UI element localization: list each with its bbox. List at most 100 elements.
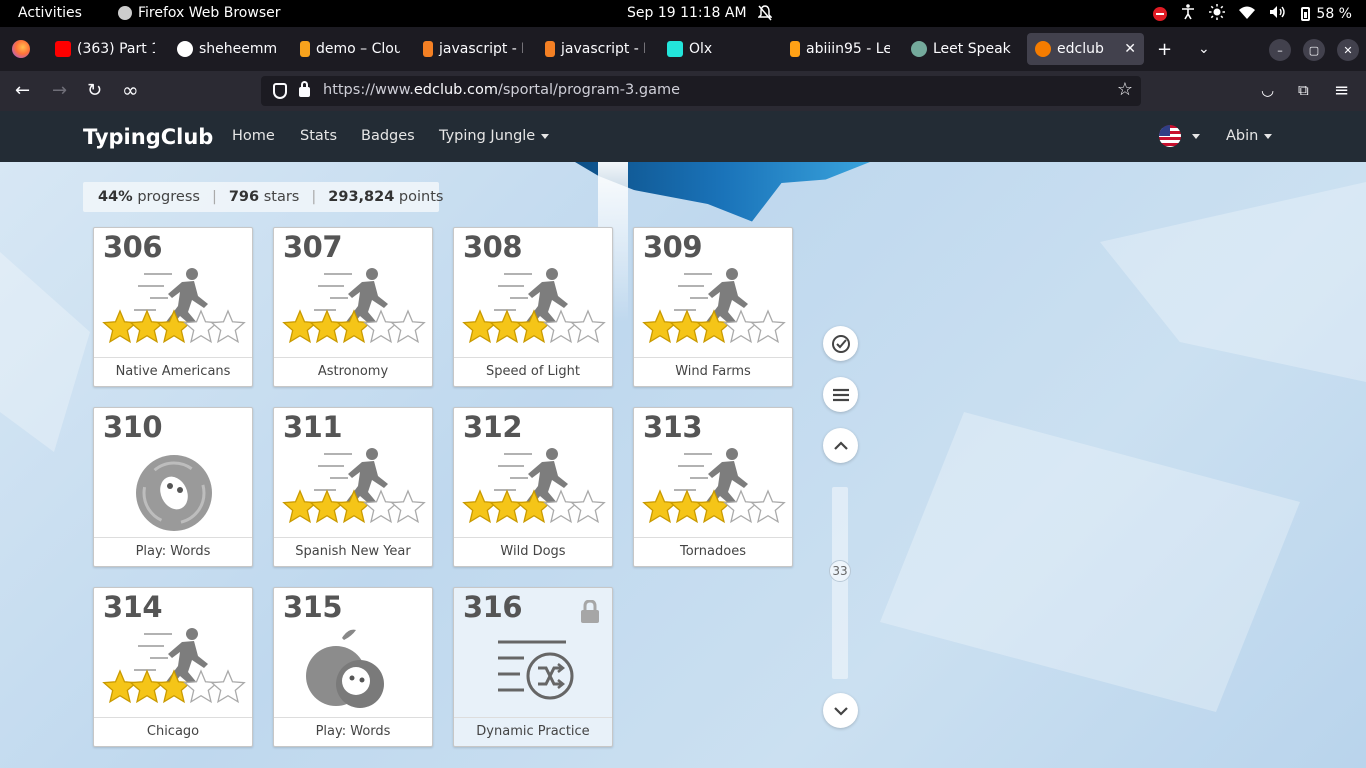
menu-list-button[interactable] (823, 377, 858, 412)
battery-percent: 58 % (1316, 6, 1352, 22)
lesson-scrollbar[interactable] (832, 487, 848, 679)
accessibility-icon[interactable] (1181, 4, 1195, 24)
lesson-card-315[interactable]: 315 Play: Words (273, 587, 433, 747)
bookmark-star-icon[interactable]: ☆ (1117, 79, 1133, 100)
volume-icon (1269, 5, 1287, 23)
olx-favicon-icon (667, 41, 683, 57)
list-tabs-icon[interactable]: ⌄ (1198, 41, 1210, 57)
url-text[interactable]: https://www.edclub.com/sportal/program-3… (323, 82, 680, 98)
app-menu[interactable]: Firefox Web Browser (118, 5, 281, 21)
stackoverflow-favicon-icon (545, 41, 555, 57)
tab[interactable]: javascript - I (545, 33, 645, 65)
typing-game-icon (94, 446, 254, 538)
lesson-title: Chicago (94, 717, 252, 746)
lesson-title: Wind Farms (634, 357, 792, 386)
runner-stars-icon (634, 446, 794, 538)
pocket-icon[interactable]: ◡ (1261, 81, 1274, 99)
system-top-bar: Activities Firefox Web Browser Sep 19 11… (0, 0, 1366, 27)
chevron-down-icon (541, 133, 550, 139)
lesson-number: 306 (103, 230, 163, 264)
tab-active[interactable]: edclub ✕ (1027, 33, 1144, 65)
nav-home[interactable]: Home (232, 128, 275, 144)
user-menu[interactable]: Abin (1226, 128, 1273, 144)
lesson-number: 311 (283, 410, 343, 444)
lesson-title: Native Americans (94, 357, 252, 386)
lesson-card-307[interactable]: 307 Astronomy (273, 227, 433, 387)
lesson-card-313[interactable]: 313 Tornadoes (633, 407, 793, 567)
runner-stars-icon (634, 266, 794, 358)
hamburger-icon (832, 388, 849, 401)
lesson-card-306[interactable]: 306 Native Americans (93, 227, 253, 387)
lesson-card-312[interactable]: 312 Wild Dogs (453, 407, 613, 567)
background-decoration (880, 412, 1300, 712)
youtube-favicon-icon (55, 41, 71, 57)
scroll-up-button[interactable] (823, 428, 858, 463)
chevron-down-icon (1192, 133, 1200, 139)
language-dropdown[interactable] (1186, 128, 1200, 144)
site-logo[interactable]: TypingClub (83, 125, 213, 149)
close-tab-icon[interactable]: ✕ (1124, 41, 1136, 57)
stars-value: 796 (228, 189, 260, 205)
lesson-card-311[interactable]: 311 Spanish New Year (273, 407, 433, 567)
activities-button[interactable]: Activities (18, 5, 82, 21)
browser-tab-strip: (363) Part 1 sheheemmu demo – Clou javas… (0, 27, 1366, 71)
back-icon[interactable]: ← (15, 80, 30, 101)
lesson-card-309[interactable]: 309 Wind Farms (633, 227, 793, 387)
lesson-card-316[interactable]: 316 Dynamic Practice (453, 587, 613, 747)
private-browsing-icon[interactable]: ∞ (122, 78, 139, 102)
chevron-down-icon (833, 706, 848, 716)
system-tray[interactable]: 58 % (1153, 4, 1352, 24)
lesson-card-308[interactable]: 308 Speed of Light (453, 227, 613, 387)
background-decoration (1100, 182, 1366, 382)
runner-stars-icon (454, 266, 614, 358)
firefox-icon (118, 6, 132, 20)
lock-icon (580, 599, 600, 624)
minimize-icon[interactable]: – (1269, 39, 1291, 61)
firefox-view-icon[interactable] (12, 40, 30, 58)
dynamic-practice-icon (454, 626, 614, 718)
chevron-up-icon (833, 440, 848, 450)
url-bar[interactable]: https://www.edclub.com/sportal/program-3… (261, 76, 1141, 106)
tab[interactable]: abiiin95 - Le (790, 33, 890, 65)
battery-indicator: 58 % (1301, 6, 1352, 22)
app-name-label: Firefox Web Browser (138, 5, 281, 21)
scroll-down-button[interactable] (823, 693, 858, 728)
lock-icon[interactable] (299, 81, 310, 97)
tracking-protection-icon[interactable] (273, 83, 287, 99)
lesson-title: Play: Words (94, 537, 252, 566)
scroll-position-indicator[interactable]: 33 (829, 560, 851, 582)
nav-badges[interactable]: Badges (361, 128, 415, 144)
lesson-number: 313 (643, 410, 703, 444)
dnd-icon (1153, 7, 1168, 21)
lesson-number: 307 (283, 230, 343, 264)
runner-stars-icon (274, 266, 434, 358)
runner-stars-icon (94, 266, 254, 358)
reload-icon[interactable]: ↻ (87, 80, 102, 101)
maximize-icon[interactable]: ▢ (1303, 39, 1325, 61)
new-tab-icon[interactable]: + (1157, 39, 1172, 60)
extensions-icon[interactable]: ⧉ (1298, 81, 1309, 99)
clock[interactable]: Sep 19 11:18 AM (627, 5, 747, 21)
tab[interactable]: javascript - I (423, 33, 523, 65)
tab[interactable]: sheheemmu (177, 33, 277, 65)
menu-icon[interactable]: ≡ (1334, 80, 1349, 101)
close-window-icon[interactable]: ✕ (1337, 39, 1359, 61)
nav-stats[interactable]: Stats (300, 128, 337, 144)
tab[interactable]: Olx (667, 33, 767, 65)
lesson-card-314[interactable]: 314 Chicago (93, 587, 253, 747)
nav-typing-jungle[interactable]: Typing Jungle (439, 128, 550, 144)
us-flag-icon[interactable] (1159, 125, 1181, 147)
forward-icon[interactable]: → (52, 80, 67, 101)
lesson-number: 312 (463, 410, 523, 444)
lesson-card-310[interactable]: 310 Play: Words (93, 407, 253, 567)
check-lessons-button[interactable] (823, 326, 858, 361)
tab[interactable]: (363) Part 1 (55, 33, 155, 65)
tab[interactable]: demo – Clou (300, 33, 400, 65)
lesson-title: Dynamic Practice (454, 717, 612, 746)
runner-stars-icon (454, 446, 614, 538)
lesson-map: 44% progress | 796 stars | 293,824 point… (0, 162, 1366, 768)
tab[interactable]: Leet Speak (911, 33, 1016, 65)
brightness-icon (1209, 4, 1226, 24)
lesson-number: 316 (463, 590, 523, 624)
runner-stars-icon (274, 446, 434, 538)
